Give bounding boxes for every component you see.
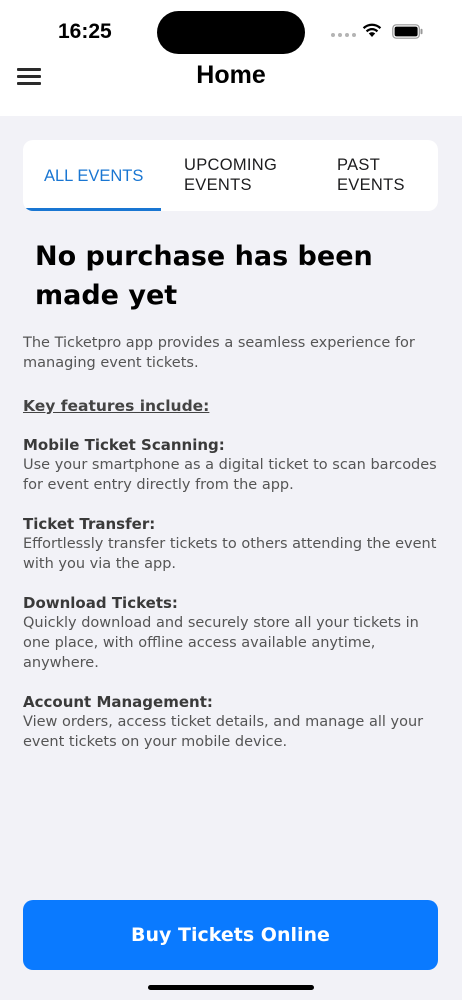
feature-item: Ticket Transfer: Effortlessly transfer t…	[23, 514, 443, 574]
feature-description: View orders, access ticket details, and …	[23, 714, 424, 750]
features-heading: Key features include:	[23, 397, 210, 415]
feature-description: Effortlessly transfer tickets to others …	[23, 536, 437, 572]
empty-state-heading: No purchase has been made yet	[35, 241, 373, 311]
tab-upcoming-events[interactable]: UPCOMING EVENTS	[184, 140, 304, 211]
status-bar: 16:25	[0, 0, 462, 60]
tab-past-events[interactable]: PAST EVENTS	[337, 140, 437, 211]
tab-all-events[interactable]: ALL EVENTS	[23, 140, 161, 211]
feature-item: Account Management: View orders, access …	[23, 692, 443, 752]
dynamic-island	[157, 11, 305, 54]
event-tabs: ALL EVENTS UPCOMING EVENTS PAST EVENTS	[23, 140, 438, 211]
battery-icon	[392, 24, 423, 39]
feature-title: Ticket Transfer:	[23, 515, 156, 533]
tab-label: PAST EVENTS	[337, 156, 405, 194]
feature-title: Mobile Ticket Scanning:	[23, 436, 225, 454]
active-tab-indicator	[23, 208, 161, 211]
feature-description: Quickly download and securely store all …	[23, 615, 419, 671]
page-title: Home	[196, 61, 266, 89]
feature-item: Mobile Ticket Scanning: Use your smartph…	[23, 435, 443, 495]
status-time: 16:25	[58, 20, 112, 43]
feature-title: Download Tickets:	[23, 594, 178, 612]
tab-label: ALL EVENTS	[44, 167, 144, 185]
home-indicator	[148, 985, 314, 990]
wifi-icon	[362, 23, 382, 37]
feature-description: Use your smartphone as a digital ticket …	[23, 457, 437, 493]
app-description: The Ticketpro app provides a seamless ex…	[23, 333, 443, 752]
app-header: Home	[0, 60, 462, 116]
tab-label: UPCOMING EVENTS	[184, 156, 278, 194]
buy-tickets-button[interactable]: Buy Tickets Online	[23, 900, 438, 970]
cellular-signal-icon	[331, 33, 356, 37]
intro-text: The Ticketpro app provides a seamless ex…	[23, 335, 415, 371]
feature-title: Account Management:	[23, 693, 213, 711]
feature-item: Download Tickets: Quickly download and s…	[23, 593, 443, 673]
